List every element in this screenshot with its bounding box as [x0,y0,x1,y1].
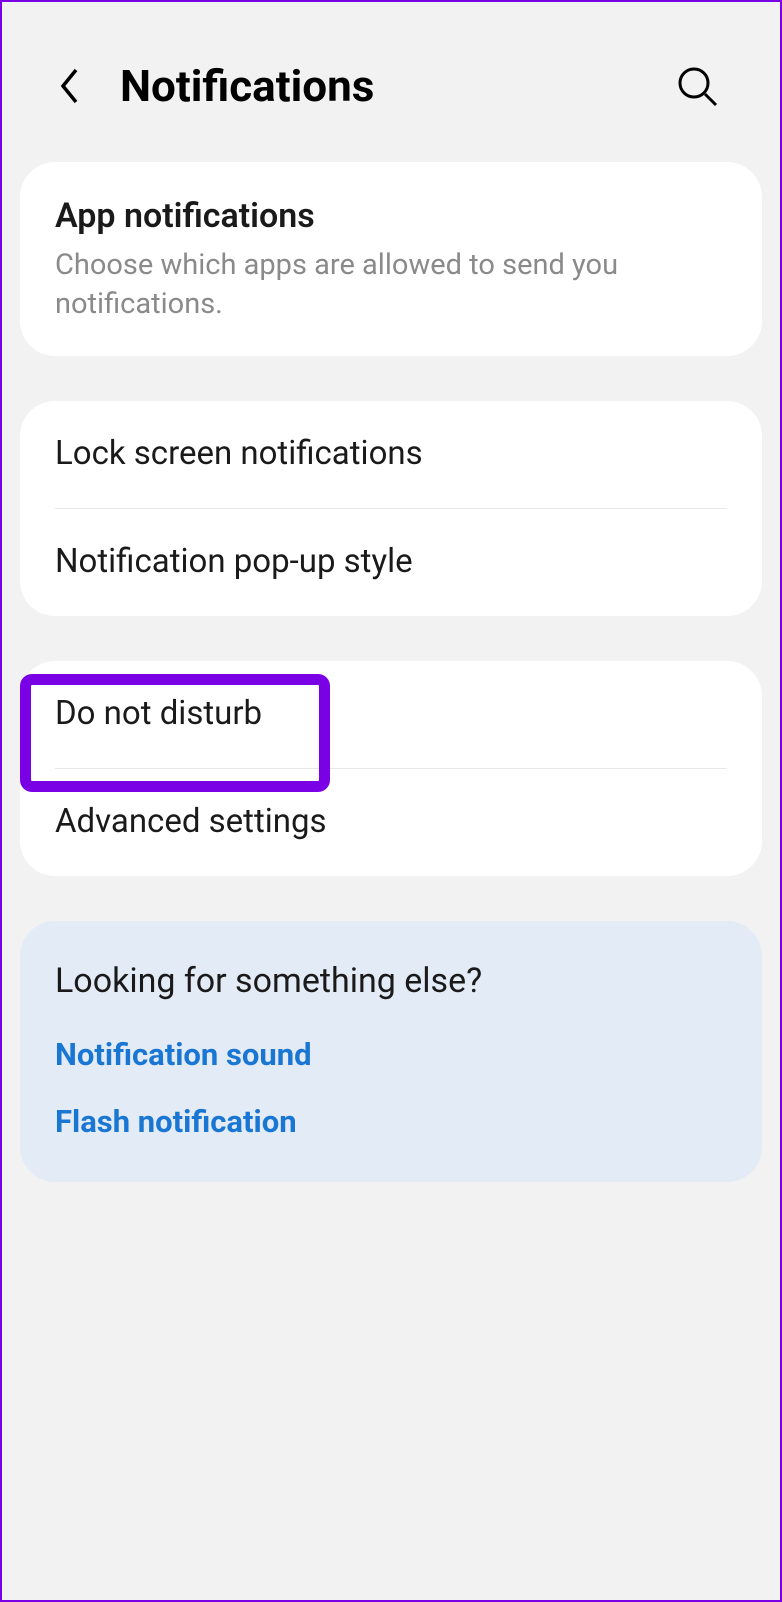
card-app-notifications: App notifications Choose which apps are … [20,162,762,356]
card-dnd-advanced: Do not disturb Advanced settings [20,661,762,876]
looking-for-title: Looking for something else? [55,961,727,1001]
item-title: Do not disturb [55,693,727,736]
item-title: Notification pop-up style [55,541,727,584]
page-title: Notifications [120,60,642,112]
item-advanced-settings[interactable]: Advanced settings [20,769,762,876]
search-icon [676,65,718,107]
link-flash-notification[interactable]: Flash notification [55,1103,727,1140]
item-title: Advanced settings [55,801,727,844]
search-button[interactable] [672,61,722,111]
header: Notifications [0,0,782,162]
item-app-notifications[interactable]: App notifications Choose which apps are … [20,162,762,356]
item-lock-screen-notifications[interactable]: Lock screen notifications [20,401,762,508]
item-subtitle: Choose which apps are allowed to send yo… [55,246,727,324]
item-notification-popup-style[interactable]: Notification pop-up style [20,509,762,616]
item-do-not-disturb[interactable]: Do not disturb [20,661,762,768]
item-title: Lock screen notifications [55,433,727,476]
card-looking-for: Looking for something else? Notification… [20,921,762,1182]
item-title: App notifications [55,194,727,238]
link-notification-sound[interactable]: Notification sound [55,1036,727,1073]
card-notification-settings: Lock screen notifications Notification p… [20,401,762,616]
back-icon [58,67,82,105]
back-button[interactable] [50,66,90,106]
